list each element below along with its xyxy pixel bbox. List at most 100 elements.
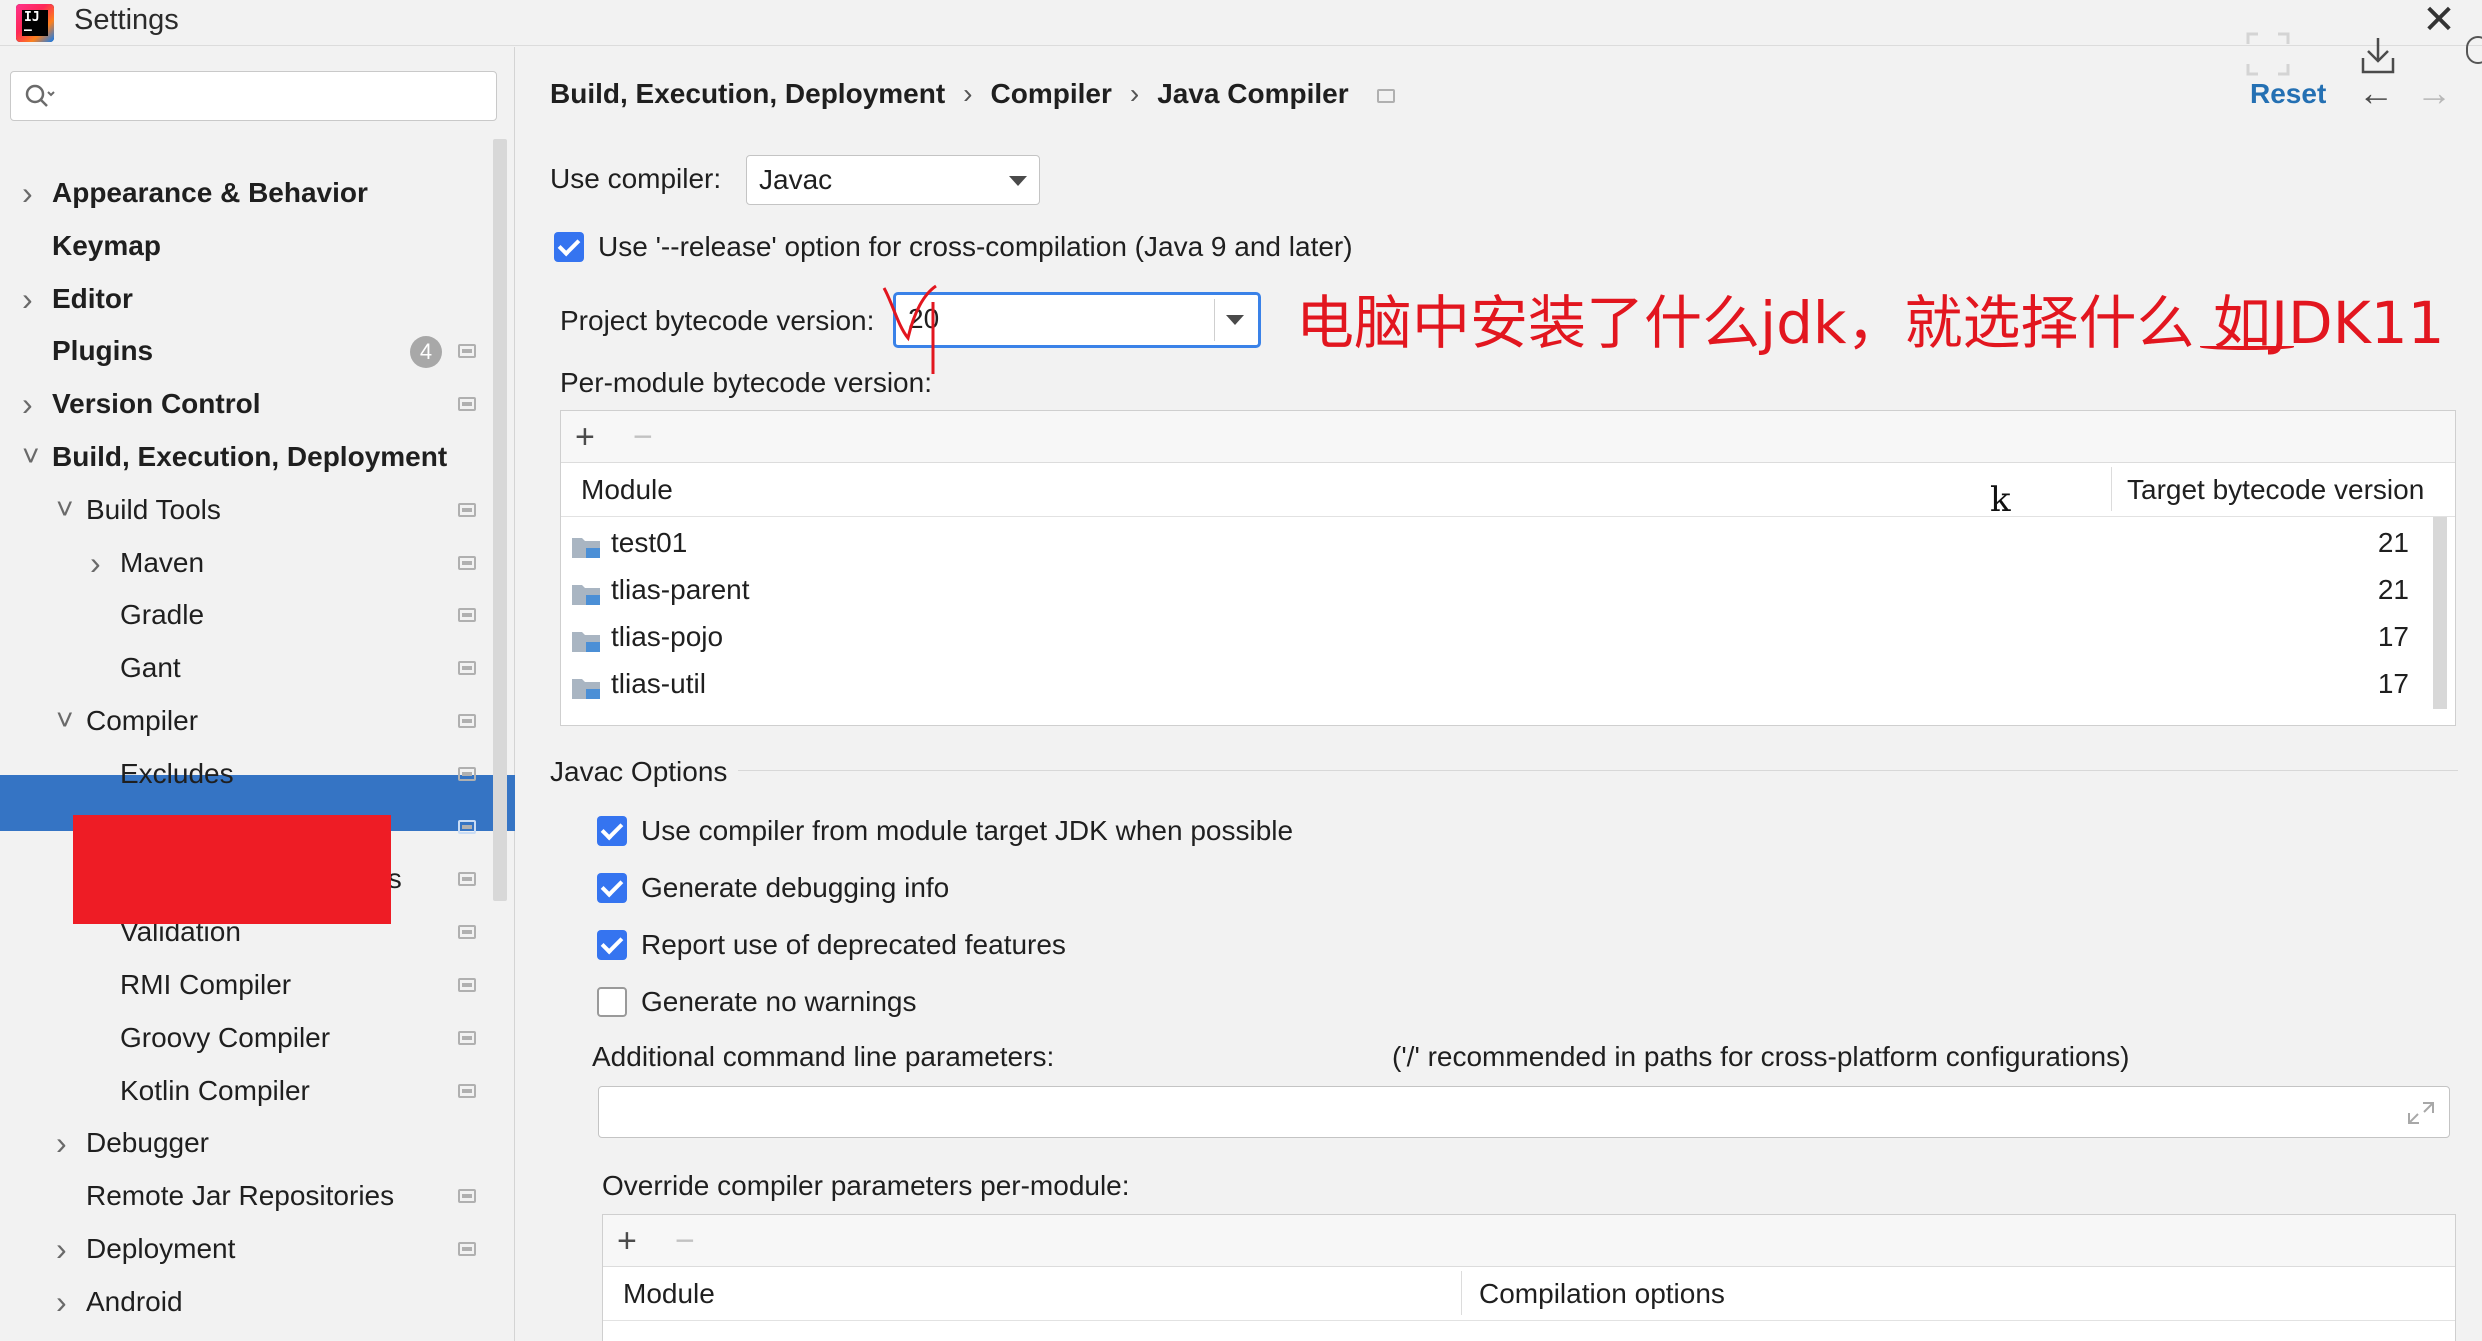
project-bytecode-label: Project bytecode version:	[560, 305, 875, 336]
sidebar-item-version-control[interactable]: › Version Control	[0, 378, 490, 430]
chevron-right-icon[interactable]: ›	[56, 1223, 78, 1275]
module-folder-icon	[572, 585, 600, 605]
sidebar-item-maven[interactable]: › Maven	[0, 537, 490, 589]
chevron-down-icon[interactable]: ˅	[56, 695, 78, 747]
module-name[interactable]: tlias-util	[611, 668, 706, 700]
release-option-label: Use '--release' option for cross-compila…	[598, 231, 1353, 262]
dropdown-arrow-icon	[1009, 176, 1027, 186]
generate-no-warnings-label: Generate no warnings	[641, 986, 917, 1017]
sidebar-item-gant[interactable]: Gant	[0, 642, 490, 694]
use-compiler-label: Use compiler:	[550, 163, 722, 194]
chevron-right-icon[interactable]: ›	[22, 378, 44, 430]
close-window-button[interactable]: ✕	[2414, 0, 2464, 44]
remove-module-button[interactable]: −	[633, 419, 653, 455]
module-target-version[interactable]: 17	[2349, 668, 2409, 700]
sidebar-item-label: Android	[86, 1286, 183, 1317]
chevron-down-icon[interactable]: ˅	[56, 484, 78, 536]
sidebar-item-label: Version Control	[52, 388, 261, 419]
breadcrumb-item-compiler[interactable]: Compiler	[991, 78, 1112, 110]
additional-params-input[interactable]	[598, 1086, 2450, 1138]
sidebar-item-plugins[interactable]: Plugins 4	[0, 325, 490, 377]
search-icon	[25, 84, 55, 107]
column-header-module[interactable]: Module	[581, 474, 673, 506]
project-bytecode-combo[interactable]: 20	[893, 292, 1261, 348]
generate-debugging-info-checkbox[interactable]	[597, 873, 627, 903]
settings-search-input[interactable]	[10, 71, 497, 121]
chevron-right-icon[interactable]: ›	[56, 1117, 78, 1169]
add-module-button[interactable]: +	[575, 419, 595, 455]
reset-link[interactable]: Reset	[2250, 78, 2326, 110]
sidebar-item-build-execution-deployment[interactable]: ˅ Build, Execution, Deployment	[0, 431, 490, 483]
module-target-version[interactable]: 17	[2349, 621, 2409, 653]
chevron-right-icon[interactable]: ›	[22, 273, 44, 325]
sidebar-item-label: Gant	[120, 652, 181, 683]
generate-no-warnings-checkbox[interactable]	[597, 987, 627, 1017]
remove-override-button[interactable]: −	[675, 1223, 695, 1259]
breadcrumb-item-java-compiler: Java Compiler	[1157, 78, 1349, 109]
project-level-page-icon	[458, 1031, 476, 1045]
project-level-page-icon	[458, 714, 476, 728]
sidebar-item-gradle[interactable]: Gradle	[0, 589, 490, 641]
column-header-compilation-options[interactable]: Compilation options	[1479, 1278, 1725, 1310]
download-icon[interactable]	[2360, 36, 2396, 76]
project-level-page-icon	[458, 503, 476, 517]
sidebar-item-label: Remote Jar Repositories	[86, 1180, 395, 1211]
release-option-checkbox[interactable]	[554, 232, 584, 262]
text-cursor-icon: k	[1990, 480, 2011, 520]
expand-field-icon[interactable]	[2407, 1101, 2435, 1125]
window-title: Settings	[74, 4, 179, 36]
column-divider	[2111, 467, 2112, 511]
sidebar-item-compiler[interactable]: ˅ Compiler	[0, 695, 490, 747]
handwritten-check-mark	[882, 284, 937, 374]
sidebar-item-deployment[interactable]: › Deployment	[0, 1223, 490, 1275]
sidebar-item-label: Plugins	[52, 335, 154, 366]
title-bar: IJ — Settings ✕	[0, 0, 2482, 46]
chevron-right-icon[interactable]: ›	[90, 537, 112, 589]
table-scrollbar[interactable]	[2433, 517, 2447, 709]
report-use-of-deprecated-features-checkbox[interactable]	[597, 930, 627, 960]
sidebar-item-editor[interactable]: › Editor	[0, 273, 490, 325]
table-header: Module Target bytecode version	[561, 463, 2455, 517]
breadcrumb-separator: ›	[963, 78, 973, 109]
module-target-version[interactable]: 21	[2349, 574, 2409, 606]
project-level-page-icon	[458, 1189, 476, 1203]
module-name[interactable]: tlias-pojo	[611, 621, 723, 653]
column-header-module[interactable]: Module	[623, 1278, 715, 1310]
use-compiler-from-module-target-jdk-when-possible-checkbox[interactable]	[597, 816, 627, 846]
side-panel-toggle-icon[interactable]	[2466, 36, 2482, 64]
column-header-target-bytecode-version[interactable]: Target bytecode version	[2127, 474, 2424, 506]
sidebar-scrollbar[interactable]	[493, 139, 507, 901]
project-level-page-icon	[458, 397, 476, 411]
add-override-button[interactable]: +	[617, 1223, 637, 1259]
chevron-right-icon[interactable]: ›	[22, 167, 44, 219]
use-compiler-select[interactable]: Javac	[746, 155, 1040, 205]
module-name[interactable]: tlias-parent	[611, 574, 750, 606]
sidebar-item-rmi-compiler[interactable]: RMI Compiler	[0, 959, 490, 1011]
sidebar-item-kotlin-compiler[interactable]: Kotlin Compiler	[0, 1065, 490, 1117]
sidebar-item-groovy-compiler[interactable]: Groovy Compiler	[0, 1012, 490, 1064]
sidebar-item-appearance-behavior[interactable]: › Appearance & Behavior	[0, 167, 490, 219]
back-arrow-icon[interactable]: ←	[2358, 72, 2394, 114]
sidebar-item-label: Android Configurations	[86, 1329, 371, 1341]
project-level-page-icon	[458, 1242, 476, 1256]
forward-arrow-icon[interactable]: →	[2416, 72, 2452, 114]
sidebar-item-android-configurations[interactable]: Android Configurations	[0, 1329, 490, 1341]
screen-capture-corners-icon	[2246, 32, 2290, 76]
breadcrumb: Build, Execution, Deployment › Compiler › Ja…	[550, 78, 1395, 110]
override-params-label: Override compiler parameters per-module:	[602, 1170, 1130, 1201]
sidebar-item-label: Keymap	[52, 230, 161, 261]
breadcrumb-item-build-execution-deployment[interactable]: Build, Execution, Deployment	[550, 78, 945, 110]
sidebar-item-build-tools[interactable]: ˅ Build Tools	[0, 484, 490, 536]
dropdown-arrow-icon[interactable]	[1226, 315, 1244, 325]
module-name[interactable]: test01	[611, 527, 687, 559]
sidebar-item-keymap[interactable]: Keymap	[0, 220, 490, 272]
module-target-version[interactable]: 21	[2349, 527, 2409, 559]
intellij-idea-logo-icon: IJ —	[16, 4, 54, 42]
sidebar-item-remote-jar-repositories[interactable]: Remote Jar Repositories	[0, 1170, 490, 1222]
chevron-down-icon[interactable]: ˅	[22, 431, 44, 483]
sidebar-item-debugger[interactable]: › Debugger	[0, 1117, 490, 1169]
sidebar-item-android[interactable]: › Android	[0, 1276, 490, 1328]
sidebar-item-excludes[interactable]: Excludes	[0, 748, 490, 800]
chevron-right-icon[interactable]: ›	[56, 1276, 78, 1328]
module-folder-icon	[572, 679, 600, 699]
